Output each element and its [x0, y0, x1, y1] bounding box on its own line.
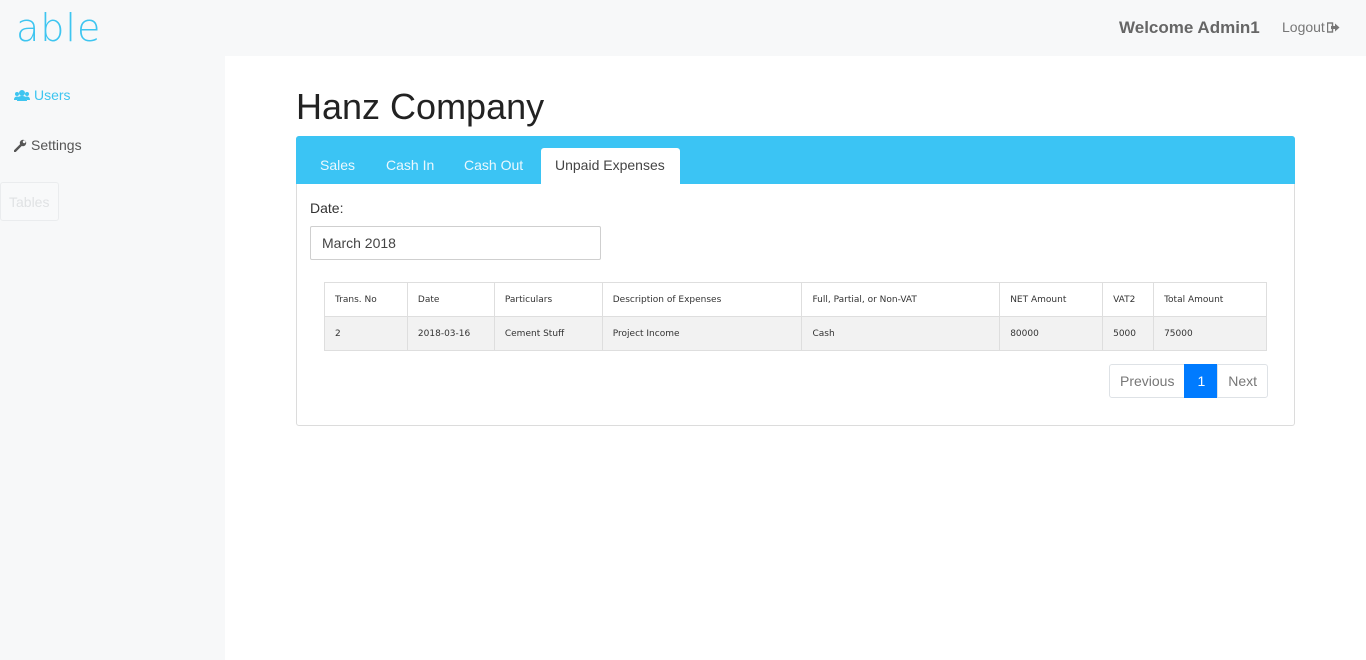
column-header[interactable]: Description of Expenses [601, 282, 803, 317]
column-header[interactable]: Date [406, 282, 495, 317]
column-header[interactable]: Full, Partial, or Non-VAT [801, 282, 1001, 317]
next-page-button[interactable]: Next [1217, 364, 1269, 398]
column-header[interactable]: VAT2 [1102, 282, 1155, 317]
sidebar-item-users[interactable]: Users [14, 87, 71, 103]
table-row[interactable]: 2 2018-03-16 Cement Stuff Project Income… [324, 316, 1267, 351]
welcome-text: Welcome Admin1 [1119, 18, 1260, 37]
tab-unpaid-expenses[interactable]: Unpaid Expenses [541, 148, 680, 184]
previous-page-button[interactable]: Previous [1109, 364, 1186, 398]
column-header[interactable]: NET Amount [999, 282, 1104, 317]
expenses-table: Trans. No Date Particulars Description o… [324, 282, 1267, 351]
tab-cash-out[interactable]: Cash Out [464, 148, 523, 184]
date-input[interactable] [310, 226, 601, 260]
logout-label: Logout [1282, 19, 1325, 35]
page-title: Hanz Company [296, 86, 545, 127]
users-icon [14, 89, 30, 101]
table-cell: 80000 [999, 316, 1104, 351]
tab-bar: Sales Cash In Cash Out Unpaid Expenses [296, 136, 1295, 184]
table-cell: Project Income [601, 316, 803, 351]
tab-sales[interactable]: Sales [320, 148, 355, 184]
brand-logo[interactable]: able [16, 8, 101, 48]
table-cell: 2 [324, 316, 408, 351]
column-header[interactable]: Particulars [493, 282, 603, 317]
table-cell: 5000 [1102, 316, 1155, 351]
logout-link[interactable]: Logout [1282, 19, 1340, 35]
sidebar-item-settings[interactable]: Settings [14, 137, 82, 153]
pagination: Previous 1 Next [1109, 364, 1269, 398]
table-cell: Cash [801, 316, 1001, 351]
sign-out-icon [1326, 21, 1340, 33]
content-panel: Sales Cash In Cash Out Unpaid Expenses D… [296, 136, 1295, 426]
sidebar-item-label: Users [34, 87, 71, 103]
table-cell: 2018-03-16 [406, 316, 495, 351]
column-header[interactable]: Trans. No [324, 282, 408, 317]
table-cell: 75000 [1153, 316, 1267, 351]
sidebar: Users Settings Tables [0, 56, 225, 660]
table-header-row: Trans. No Date Particulars Description o… [324, 282, 1267, 317]
date-label: Date: [310, 200, 344, 216]
column-header[interactable]: Total Amount [1153, 282, 1267, 317]
sidebar-item-label: Settings [31, 137, 82, 153]
table-cell: Cement Stuff [493, 316, 603, 351]
tab-cash-in[interactable]: Cash In [386, 148, 434, 184]
page-1-button[interactable]: 1 [1184, 364, 1219, 398]
wrench-icon [14, 139, 27, 152]
tables-button[interactable]: Tables [0, 182, 59, 221]
top-navbar: able Welcome Admin1 Logout [0, 0, 1366, 56]
